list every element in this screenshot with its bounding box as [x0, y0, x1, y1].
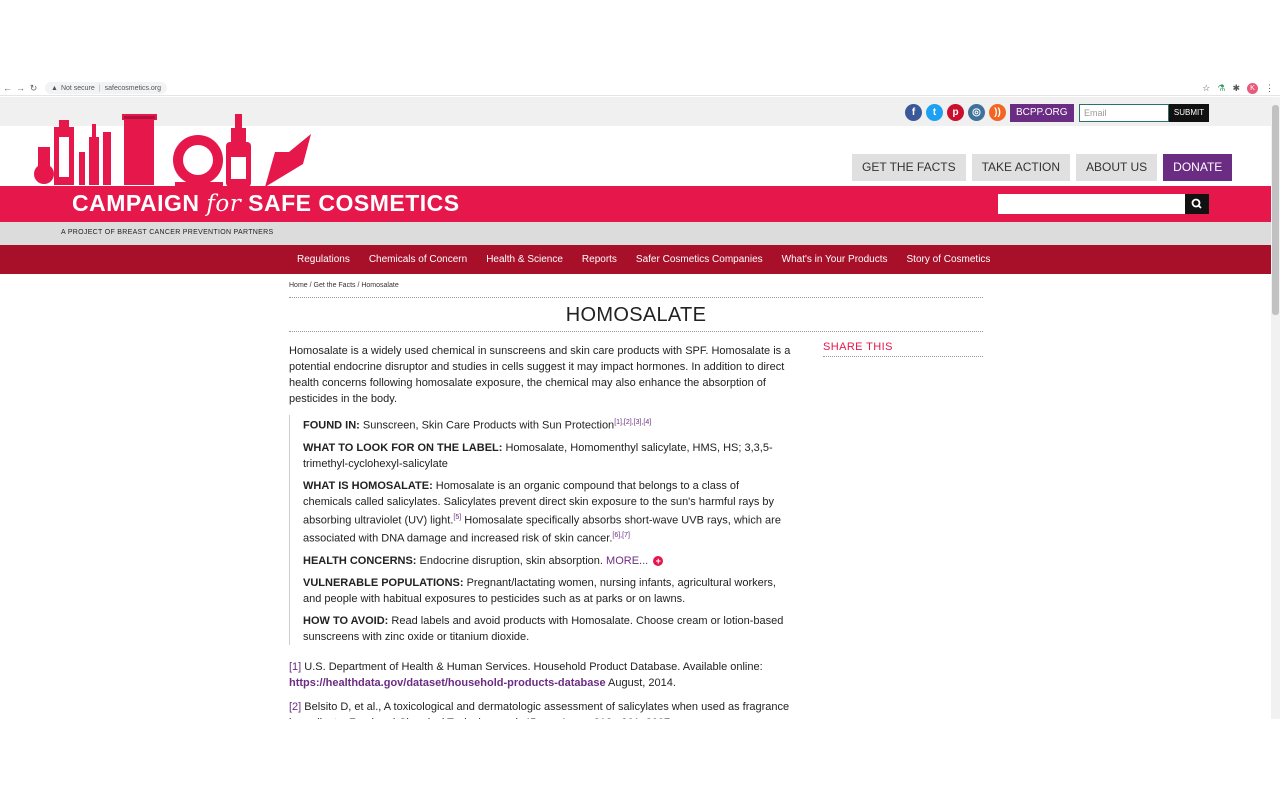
fact-label: HOW TO AVOID: [303, 614, 389, 627]
fact-text: Endocrine disruption, skin absorption. [416, 554, 607, 567]
social-links: f t p ◎ )) [905, 104, 1006, 121]
top-menu: GET THE FACTS TAKE ACTION ABOUT US DONAT… [852, 154, 1233, 181]
divider [289, 297, 983, 298]
reference-item: [2] Belsito D, et al., A toxicological a… [289, 699, 791, 719]
main-nav: Regulations Chemicals of Concern Health … [0, 245, 1271, 274]
puzzle-icon[interactable]: ✱ [1232, 83, 1240, 94]
scrollbar-thumb[interactable] [1272, 105, 1279, 315]
reference-text: August, 2014. [605, 676, 676, 689]
fact-found-in: FOUND IN: Sunscreen, Skin Care Products … [303, 415, 791, 434]
email-field[interactable]: Email [1079, 104, 1169, 122]
security-text: Not secure [60, 84, 95, 92]
fact-label: WHAT IS HOMOSALATE: [303, 479, 433, 492]
address-separator: | [98, 84, 101, 92]
nav-whats-in-your-products[interactable]: What's in Your Products [782, 254, 888, 265]
divider [289, 331, 983, 332]
profile-avatar[interactable]: K [1247, 82, 1258, 94]
brand-word-for: for [206, 191, 242, 217]
site-logo-text[interactable]: CAMPAIGN for SAFE COSMETICS [72, 190, 460, 217]
menu-take-action[interactable]: TAKE ACTION [971, 154, 1071, 181]
breadcrumb[interactable]: Home / Get the Facts / Homosalate [289, 282, 399, 289]
fact-how-to-avoid: HOW TO AVOID: Read labels and avoid prod… [303, 613, 791, 645]
nav-chemicals-of-concern[interactable]: Chemicals of Concern [369, 254, 467, 265]
share-heading: SHARE THIS [823, 341, 983, 357]
pinterest-icon[interactable]: p [947, 104, 964, 121]
browser-toolbar: ← → ↻ ▲ Not secure | safecosmetics.org ☆… [0, 81, 1280, 96]
reference-link[interactable]: https://healthdata.gov/dataset/household… [289, 677, 606, 689]
search-icon [1191, 198, 1202, 209]
fact-text: Sunscreen, Skin Care Products with Sun P… [359, 419, 615, 432]
brand-word-campaign: CAMPAIGN [72, 190, 200, 216]
nav-story-of-cosmetics[interactable]: Story of Cosmetics [907, 254, 991, 265]
tagline-bar: A PROJECT OF BREAST CANCER PREVENTION PA… [0, 222, 1271, 245]
footnote-link[interactable]: [1],[2],[3],[4] [614, 419, 651, 426]
article-body: Homosalate is a widely used chemical in … [289, 343, 791, 719]
url-text[interactable]: safecosmetics.org [105, 85, 161, 92]
bcpp-link[interactable]: BCPP.ORG [1010, 104, 1074, 122]
search-input[interactable] [998, 194, 1185, 214]
back-icon[interactable]: ← [2, 83, 13, 93]
fact-label: VULNERABLE POPULATIONS: [303, 576, 464, 589]
fact-label: WHAT TO LOOK FOR ON THE LABEL: [303, 441, 503, 454]
nav-safer-cosmetics-companies[interactable]: Safer Cosmetics Companies [636, 254, 763, 265]
nav-regulations[interactable]: Regulations [297, 254, 350, 265]
extension-flask-icon[interactable]: ⚗ [1217, 83, 1225, 94]
fact-label: FOUND IN: [303, 419, 360, 432]
rss-icon[interactable]: )) [989, 104, 1006, 121]
menu-get-the-facts[interactable]: GET THE FACTS [852, 154, 966, 181]
fact-what-is: WHAT IS HOMOSALATE: Homosalate is an org… [303, 478, 791, 547]
nav-health-science[interactable]: Health & Science [486, 254, 563, 265]
reference-item: [1] U.S. Department of Health & Human Se… [289, 659, 791, 691]
facts-box: FOUND IN: Sunscreen, Skin Care Products … [289, 415, 791, 645]
menu-about-us[interactable]: ABOUT US [1076, 154, 1158, 181]
fact-health-concerns: HEALTH CONCERNS: Endocrine disruption, s… [303, 553, 791, 569]
search-button[interactable] [1185, 194, 1209, 214]
reference-number[interactable]: [2] [289, 701, 301, 713]
twitter-icon[interactable]: t [926, 104, 943, 121]
menu-donate[interactable]: DONATE [1163, 154, 1233, 181]
plus-circle-icon[interactable]: + [653, 555, 664, 566]
star-icon[interactable]: ☆ [1202, 83, 1210, 94]
submit-button[interactable]: SUBMIT [1169, 104, 1209, 122]
fact-label-terms: WHAT TO LOOK FOR ON THE LABEL: Homosalat… [303, 440, 791, 472]
web-page: f t p ◎ )) BCPP.ORG Email SUBMIT GET THE… [0, 97, 1271, 719]
cosmetics-logo-icon[interactable] [30, 102, 320, 192]
reload-icon[interactable]: ↻ [28, 83, 39, 94]
brand-word-safe-cosmetics: SAFE COSMETICS [248, 190, 460, 216]
reference-number[interactable]: [1] [289, 661, 301, 673]
nav-reports[interactable]: Reports [582, 254, 617, 265]
reference-text: Belsito D, et al., A toxicological and d… [289, 700, 790, 719]
kebab-menu-icon[interactable]: ⋮ [1265, 83, 1274, 94]
reference-text: U.S. Department of Health & Human Servic… [301, 660, 763, 673]
forward-icon[interactable]: → [15, 83, 26, 93]
footnote-link[interactable]: [6],[7] [612, 532, 630, 539]
fact-label: HEALTH CONCERNS: [303, 554, 417, 567]
fact-vulnerable-populations: VULNERABLE POPULATIONS: Pregnant/lactati… [303, 575, 791, 607]
facebook-icon[interactable]: f [905, 104, 922, 121]
page-scrollbar[interactable] [1271, 97, 1280, 719]
instagram-icon[interactable]: ◎ [968, 104, 985, 121]
more-link[interactable]: MORE... [606, 555, 648, 567]
warning-icon: ▲ [51, 84, 58, 92]
page-title: HOMOSALATE [565, 304, 707, 326]
tagline: A PROJECT OF BREAST CANCER PREVENTION PA… [61, 229, 274, 236]
intro-paragraph: Homosalate is a widely used chemical in … [289, 345, 791, 405]
address-bar[interactable]: ▲ Not secure | safecosmetics.org [45, 82, 168, 94]
